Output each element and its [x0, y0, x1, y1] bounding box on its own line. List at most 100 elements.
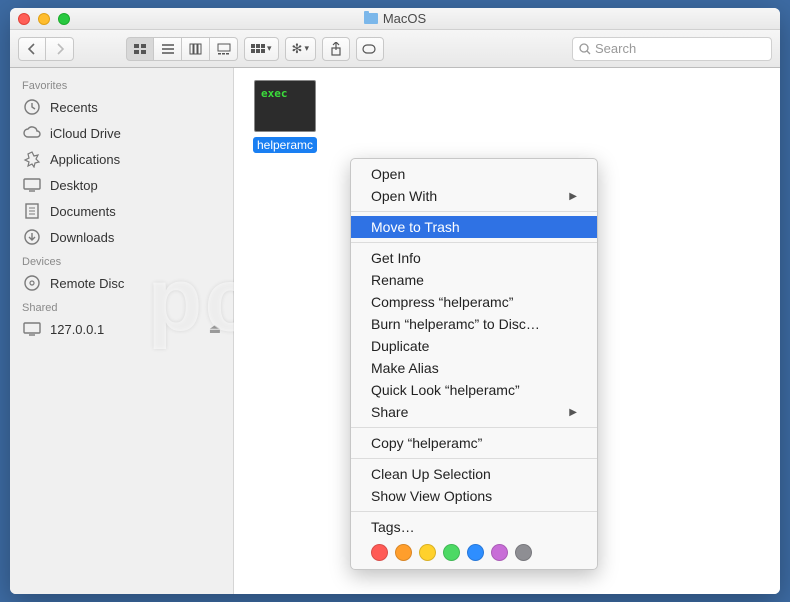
context-item-label: Duplicate	[371, 338, 429, 354]
sidebar-item-label: Documents	[50, 204, 116, 219]
context-item-label: Tags…	[371, 519, 415, 535]
desktop-icon	[22, 176, 42, 194]
sidebar-item-documents[interactable]: Documents	[10, 198, 233, 224]
close-button[interactable]	[18, 13, 30, 25]
context-item-label: Open	[371, 166, 405, 182]
list-view-button[interactable]	[154, 37, 182, 61]
sidebar-item-recents[interactable]: Recents	[10, 94, 233, 120]
server-icon	[22, 320, 42, 338]
context-item-label: Compress “helperamc”	[371, 294, 513, 310]
context-item-quick-look-helperamc[interactable]: Quick Look “helperamc”	[351, 379, 597, 401]
sidebar-header: Favorites	[10, 74, 233, 94]
arrange-button[interactable]: ▾	[244, 37, 279, 61]
context-item-label: Get Info	[371, 250, 421, 266]
tag-colors	[351, 538, 597, 565]
gallery-view-button[interactable]	[210, 37, 238, 61]
documents-icon	[22, 202, 42, 220]
apps-icon	[22, 150, 42, 168]
context-item-label: Share	[371, 404, 408, 420]
context-item-copy-helperamc[interactable]: Copy “helperamc”	[351, 432, 597, 454]
context-item-label: Copy “helperamc”	[371, 435, 482, 451]
sidebar-item-label: Applications	[50, 152, 120, 167]
zoom-button[interactable]	[58, 13, 70, 25]
view-buttons	[126, 37, 238, 61]
back-button[interactable]	[18, 37, 46, 61]
tag-color[interactable]	[467, 544, 484, 561]
sidebar-item-downloads[interactable]: Downloads	[10, 224, 233, 250]
context-item-get-info[interactable]: Get Info	[351, 247, 597, 269]
sidebar-header: Shared	[10, 296, 233, 316]
column-view-button[interactable]	[182, 37, 210, 61]
context-item-label: Open With	[371, 188, 437, 204]
context-item-label: Burn “helperamc” to Disc…	[371, 316, 540, 332]
sidebar-item-label: 127.0.0.1	[50, 322, 104, 337]
share-icon	[330, 42, 342, 56]
context-item-label: Rename	[371, 272, 424, 288]
context-item-open-with[interactable]: Open With ▶	[351, 185, 597, 207]
context-item-label: Show View Options	[371, 488, 492, 504]
submenu-arrow-icon: ▶	[569, 407, 577, 418]
context-item-share[interactable]: Share ▶	[351, 401, 597, 423]
action-button[interactable]: ✻▾	[285, 37, 316, 61]
context-item-make-alias[interactable]: Make Alias	[351, 357, 597, 379]
recents-icon	[22, 98, 42, 116]
context-separator	[351, 511, 597, 512]
context-item-duplicate[interactable]: Duplicate	[351, 335, 597, 357]
context-item-tags[interactable]: Tags…	[351, 516, 597, 538]
forward-button[interactable]	[46, 37, 74, 61]
sidebar-item-label: Downloads	[50, 230, 114, 245]
sidebar-item-label: Recents	[50, 100, 98, 115]
context-item-show-view-options[interactable]: Show View Options	[351, 485, 597, 507]
titlebar: MacOS	[10, 8, 780, 30]
tag-color[interactable]	[371, 544, 388, 561]
search-field[interactable]: Search	[572, 37, 772, 61]
icon-view-button[interactable]	[126, 37, 154, 61]
downloads-icon	[22, 228, 42, 246]
context-item-compress-helperamc[interactable]: Compress “helperamc”	[351, 291, 597, 313]
window-title-text: MacOS	[383, 11, 426, 26]
sidebar-item-icloud-drive[interactable]: iCloud Drive	[10, 120, 233, 146]
context-item-label: Quick Look “helperamc”	[371, 382, 520, 398]
sidebar-item-remote-disc[interactable]: Remote Disc	[10, 270, 233, 296]
context-menu: Open Open With ▶ Move to Trash Get Info Renam…	[350, 158, 598, 570]
sidebar-item-label: Remote Disc	[50, 276, 124, 291]
context-separator	[351, 427, 597, 428]
context-item-clean-up-selection[interactable]: Clean Up Selection	[351, 463, 597, 485]
context-item-burn-helperamc-to-disc[interactable]: Burn “helperamc” to Disc…	[351, 313, 597, 335]
file-name: helperamc	[253, 137, 317, 153]
share-button[interactable]	[322, 37, 350, 61]
sidebar-item-applications[interactable]: Applications	[10, 146, 233, 172]
context-item-rename[interactable]: Rename	[351, 269, 597, 291]
tag-icon	[362, 43, 378, 55]
sidebar-item-label: Desktop	[50, 178, 98, 193]
folder-icon	[364, 13, 378, 24]
tag-color[interactable]	[443, 544, 460, 561]
tag-color[interactable]	[419, 544, 436, 561]
context-item-move-to-trash[interactable]: Move to Trash	[351, 216, 597, 238]
eject-icon[interactable]: ⏏	[209, 321, 221, 337]
tags-button[interactable]	[356, 37, 384, 61]
context-separator	[351, 242, 597, 243]
context-separator	[351, 211, 597, 212]
sidebar: Favorites Recents iCloud Drive Applications…	[10, 68, 234, 594]
file-item[interactable]: exec helperamc	[246, 80, 324, 154]
tag-color[interactable]	[395, 544, 412, 561]
cloud-icon	[22, 124, 42, 142]
context-item-label: Make Alias	[371, 360, 439, 376]
tag-color[interactable]	[515, 544, 532, 561]
window-title: MacOS	[10, 11, 780, 26]
exec-icon: exec	[254, 80, 316, 132]
sidebar-item-desktop[interactable]: Desktop	[10, 172, 233, 198]
minimize-button[interactable]	[38, 13, 50, 25]
disc-icon	[22, 274, 42, 292]
exec-label: exec	[261, 87, 288, 100]
context-separator	[351, 458, 597, 459]
toolbar: ▾ ✻▾ Search	[10, 30, 780, 68]
search-placeholder: Search	[595, 41, 636, 56]
gear-icon: ✻	[292, 41, 303, 57]
submenu-arrow-icon: ▶	[569, 191, 577, 202]
context-item-open[interactable]: Open	[351, 163, 597, 185]
sidebar-item-127-0-0-1[interactable]: 127.0.0.1 ⏏	[10, 316, 233, 342]
nav-buttons	[18, 37, 74, 61]
tag-color[interactable]	[491, 544, 508, 561]
